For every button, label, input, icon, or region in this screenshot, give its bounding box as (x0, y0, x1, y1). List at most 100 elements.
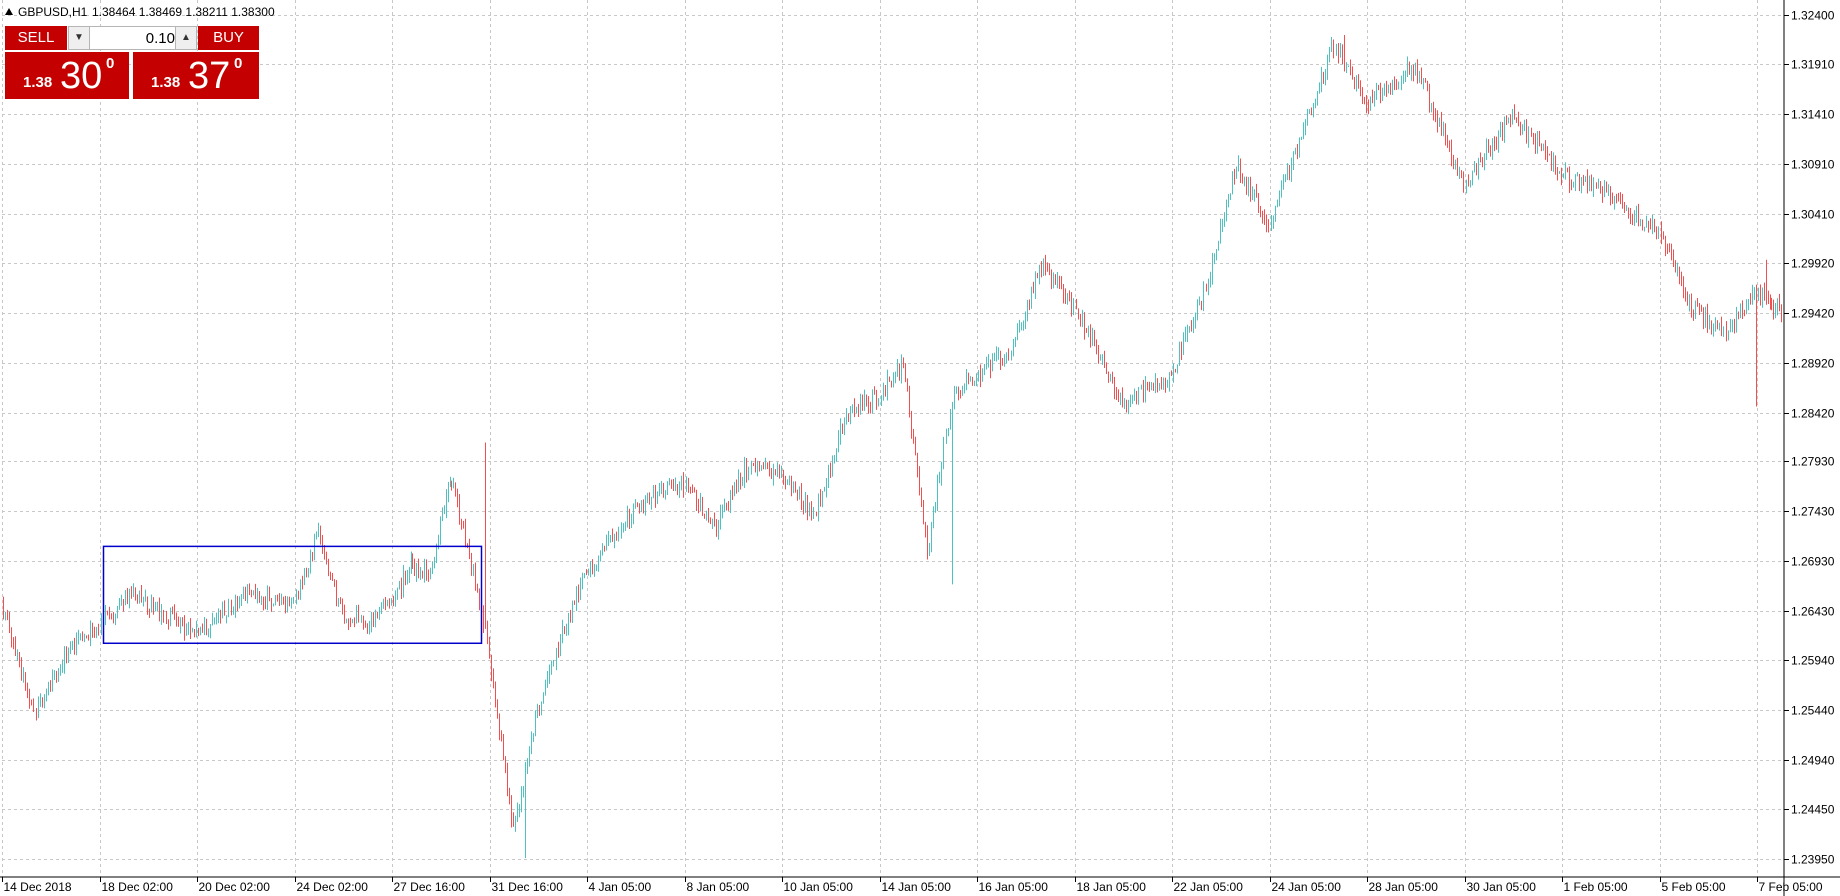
buy-price-button[interactable]: 1.38 37 0 (133, 52, 259, 99)
candle-body (897, 365, 898, 372)
candle-body (1658, 227, 1659, 239)
price-tick-label: 1.32400 (1791, 9, 1835, 23)
candle-body (1429, 89, 1430, 108)
candle-body (909, 389, 910, 413)
candle-body (1273, 220, 1274, 223)
candle-body (799, 490, 800, 498)
candle-body (698, 504, 699, 508)
candle-body (1604, 187, 1605, 198)
candle-body (1266, 220, 1267, 227)
candle-body (505, 756, 506, 771)
candle-body (350, 622, 351, 624)
candle-body (1748, 299, 1749, 308)
caret-up-icon: ▲ (181, 32, 191, 43)
candle-body (1159, 384, 1160, 386)
candle-body (876, 392, 877, 403)
candle-body (1646, 222, 1647, 228)
candle-body (1531, 132, 1532, 137)
candle-body (241, 597, 242, 603)
candle-body (793, 487, 794, 490)
time-tick-label: 27 Dec 16:00 (394, 880, 466, 894)
candle-body (1587, 176, 1588, 187)
candle-body (291, 602, 292, 605)
price-chart[interactable]: 1.32400 1.31910 1.31410 1.30910 1.30410 1.299… (0, 0, 1840, 896)
candle-body (925, 523, 926, 532)
candle-body (1775, 307, 1776, 313)
chart-grid (2, 0, 1784, 877)
candle-body (1439, 117, 1440, 126)
candle-body (198, 628, 199, 635)
candle-body (1638, 211, 1639, 226)
candle-body (566, 630, 567, 634)
candle-body (23, 672, 24, 678)
candle-body (395, 598, 396, 602)
candle-body (1360, 84, 1361, 95)
candle-body (475, 569, 476, 590)
candle-body (560, 640, 561, 652)
candle-body (639, 506, 640, 512)
candle-body (531, 736, 532, 751)
candle-body (1466, 181, 1467, 192)
candle-body (1386, 86, 1387, 93)
candle-body (1468, 181, 1469, 186)
candle-body (889, 377, 890, 382)
candle-body (1687, 293, 1688, 304)
candle-body (430, 572, 431, 580)
candle-body (96, 628, 97, 633)
candle-body (696, 490, 697, 505)
candle-body (578, 591, 579, 596)
candle-body (137, 598, 138, 601)
candle-body (1171, 375, 1172, 377)
candle-body (1443, 128, 1444, 131)
buy-button[interactable]: BUY (198, 26, 259, 50)
sell-price-button[interactable]: 1.38 30 0 (5, 52, 129, 99)
candle-body (824, 489, 825, 492)
lot-decrease-button[interactable]: ▼ (69, 27, 90, 49)
lot-increase-button[interactable]: ▲ (175, 27, 196, 49)
candle-body (1398, 82, 1399, 87)
candle-body (606, 541, 607, 550)
candle-body (493, 674, 494, 687)
candle-body (1120, 392, 1121, 399)
candle-body (1407, 63, 1408, 72)
candle-body (948, 428, 949, 431)
candle-body (1216, 249, 1217, 255)
candle-body (1579, 174, 1580, 187)
candle-body (978, 371, 979, 375)
time-axis: 14 Dec 2018 18 Dec 02:00 20 Dec 02:00 24 De… (2, 877, 1823, 894)
candle-body (159, 604, 160, 619)
candle-body (1433, 105, 1434, 116)
candle-body (610, 535, 611, 539)
candle-body (1069, 293, 1070, 295)
candle-body (1187, 330, 1188, 335)
candle-body (718, 521, 719, 532)
candle-body (533, 734, 534, 737)
candle-body (1027, 300, 1028, 315)
lot-size-input[interactable] (91, 27, 177, 49)
price-tick-label: 1.26930 (1791, 555, 1835, 569)
sell-button[interactable]: SELL (5, 26, 67, 50)
candle-body (637, 503, 638, 507)
candle-body (279, 600, 280, 602)
candle-body (411, 558, 412, 573)
candle-body (1307, 112, 1308, 122)
candle-body (1301, 137, 1302, 139)
candle-body (744, 464, 745, 483)
candle-body (1555, 157, 1556, 173)
candle-body (403, 572, 404, 593)
candle-body (1421, 71, 1422, 83)
candle-body (455, 484, 456, 492)
candle-body (414, 566, 415, 575)
candle-body (1173, 370, 1174, 376)
candle-body (629, 511, 630, 523)
candle-body (407, 575, 408, 582)
candle-body (649, 498, 650, 504)
candle-body (1323, 74, 1324, 78)
candle-body (1004, 357, 1005, 365)
candle-body (588, 570, 589, 575)
candle-body (340, 598, 341, 603)
candle-body (70, 644, 71, 651)
candle-body (237, 601, 238, 609)
candle-body (724, 504, 725, 512)
candle-body (584, 573, 585, 579)
